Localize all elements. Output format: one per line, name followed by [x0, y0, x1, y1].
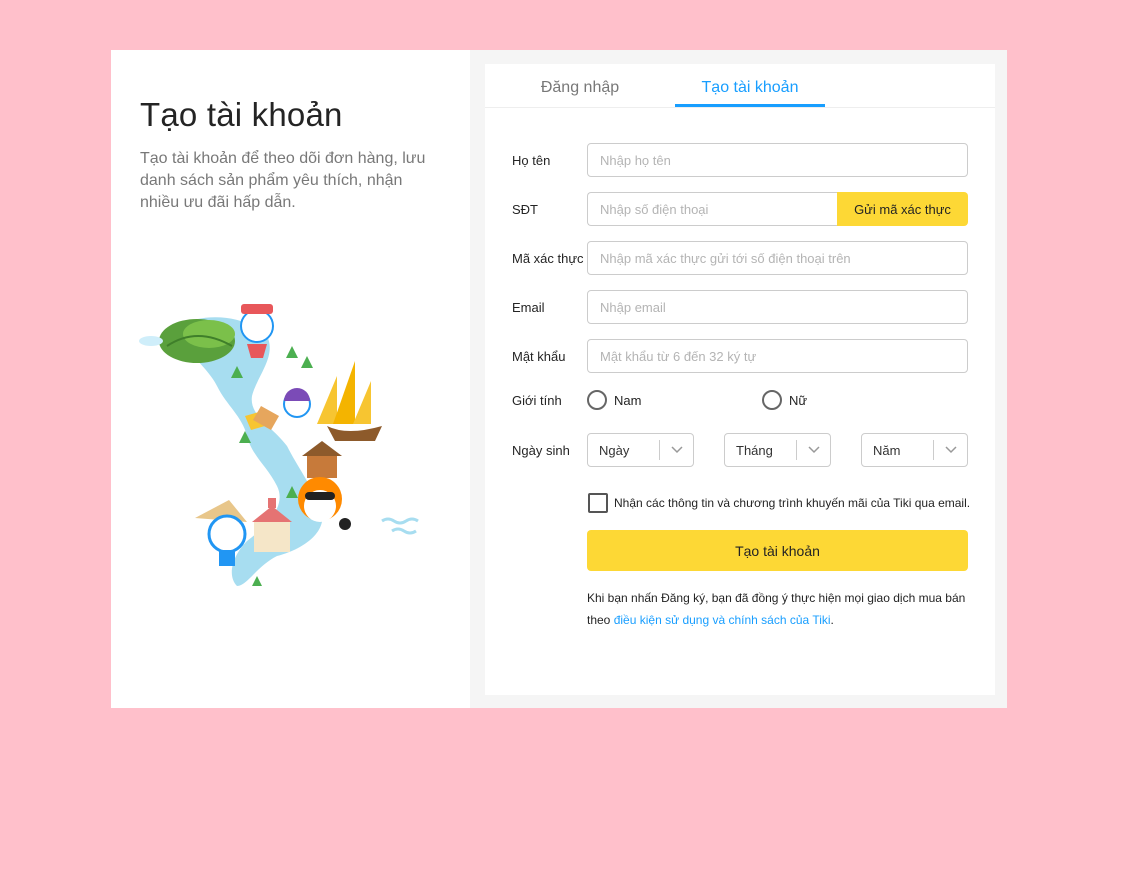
birthday-year-value: Năm	[873, 442, 901, 458]
signup-modal: Tạo tài khoản Tạo tài khoản để theo dõi …	[111, 50, 1007, 708]
intro-title: Tạo tài khoản	[140, 96, 343, 133]
tab-login[interactable]: Đăng nhập	[505, 64, 655, 107]
code-input[interactable]	[587, 241, 968, 275]
terms-link[interactable]: điều kiện sử dụng và chính sách của Tiki	[614, 613, 831, 627]
chevron-down-icon	[796, 440, 830, 460]
auth-tabs: Đăng nhập Tạo tài khoản	[485, 64, 995, 108]
email-row: Email	[512, 290, 968, 324]
radio-circle-icon	[762, 390, 782, 410]
chevron-down-icon	[933, 440, 967, 460]
create-account-button[interactable]: Tạo tài khoản	[587, 530, 968, 571]
birthday-month-value: Tháng	[736, 442, 773, 458]
vietnam-map-illustration	[139, 304, 419, 586]
gender-label: Giới tính	[512, 392, 562, 408]
terms-text: Khi bạn nhấn Đăng ký, bạn đã đồng ý thực…	[587, 587, 977, 631]
form-area: Đăng nhập Tạo tài khoản Họ tên SĐT Gửi m…	[470, 50, 1007, 708]
gender-male-label: Nam	[614, 392, 642, 408]
birthday-year-select[interactable]: Năm	[861, 433, 968, 467]
phone-row: SĐT Gửi mã xác thực	[512, 192, 968, 226]
birthday-day-value: Ngày	[599, 442, 630, 458]
send-code-button[interactable]: Gửi mã xác thực	[837, 192, 968, 226]
birthday-month-select[interactable]: Tháng	[724, 433, 831, 467]
intro-description: Tạo tài khoản để theo dõi đơn hàng, lưu …	[140, 150, 426, 211]
auth-panel: Đăng nhập Tạo tài khoản Họ tên SĐT Gửi m…	[485, 64, 995, 695]
gender-female-radio[interactable]: Nữ	[762, 390, 807, 410]
birthday-day-select[interactable]: Ngày	[587, 433, 694, 467]
name-input[interactable]	[587, 143, 968, 177]
phone-input[interactable]	[587, 192, 837, 226]
gender-row: Giới tính Nam Nữ	[512, 390, 807, 410]
email-input[interactable]	[587, 290, 968, 324]
tab-signup[interactable]: Tạo tài khoản	[675, 64, 825, 107]
email-label: Email	[512, 299, 545, 315]
radio-circle-icon	[587, 390, 607, 410]
newsletter-checkbox[interactable]	[588, 493, 608, 513]
birthday-label: Ngày sinh	[512, 442, 570, 458]
chevron-down-icon	[659, 440, 693, 460]
birthday-row: Ngày sinh Ngày Tháng Năm	[512, 433, 968, 467]
gender-female-label: Nữ	[789, 392, 808, 408]
newsletter-row: Nhận các thông tin và chương trình khuyế…	[588, 493, 970, 513]
code-label: Mã xác thực	[512, 250, 584, 266]
terms-suffix: .	[830, 613, 834, 627]
password-label: Mật khẩu	[512, 348, 566, 364]
gender-male-radio[interactable]: Nam	[587, 390, 762, 410]
active-tab-indicator	[675, 104, 825, 107]
newsletter-label: Nhận các thông tin và chương trình khuyế…	[614, 496, 971, 510]
phone-group: Gửi mã xác thực	[587, 192, 968, 226]
password-input[interactable]	[587, 339, 968, 373]
phone-label: SĐT	[512, 201, 538, 217]
code-row: Mã xác thực	[512, 241, 968, 275]
name-label: Họ tên	[512, 152, 551, 168]
name-row: Họ tên	[512, 143, 968, 177]
intro-panel: Tạo tài khoản Tạo tài khoản để theo dõi …	[111, 50, 470, 708]
password-row: Mật khẩu	[512, 339, 968, 373]
